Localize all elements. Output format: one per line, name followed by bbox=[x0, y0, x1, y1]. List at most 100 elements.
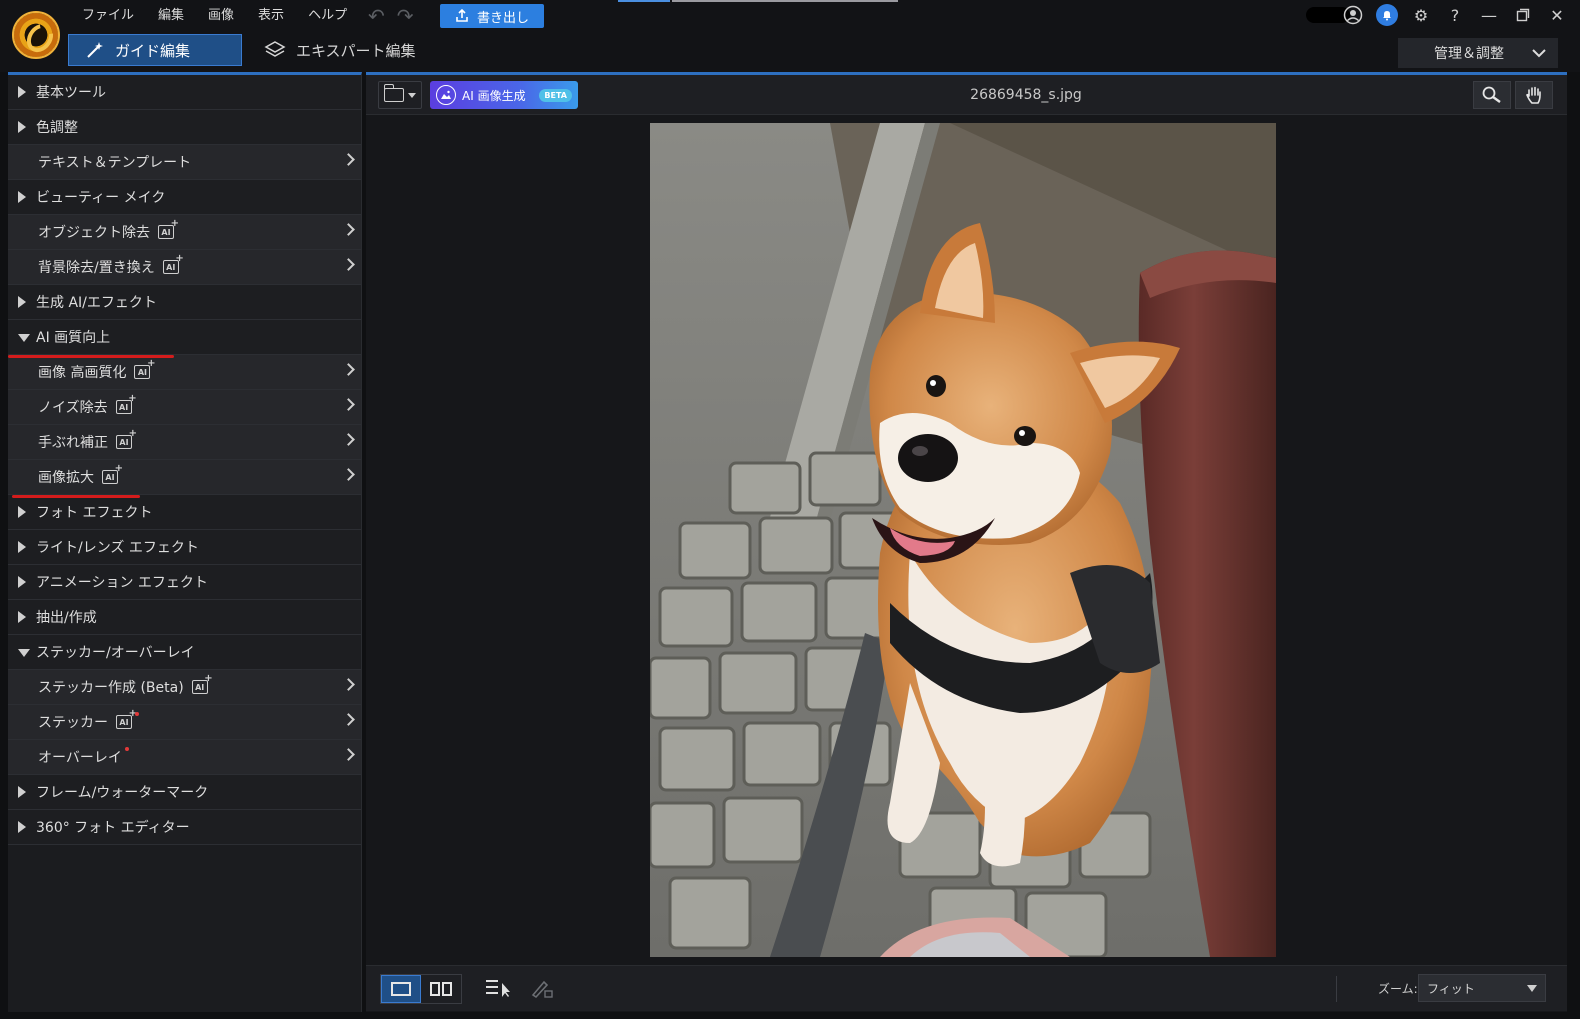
guide-edit-button[interactable]: ガイド編集 bbox=[68, 34, 242, 66]
panel-item-label: 基本ツール bbox=[36, 85, 106, 101]
compare-view-button[interactable] bbox=[421, 975, 461, 1003]
panel-subitem-8[interactable]: 画像 高画質化 AI bbox=[8, 355, 361, 390]
hand-icon bbox=[1526, 86, 1541, 104]
panel-section-21[interactable]: 360° フォト エディター bbox=[8, 810, 361, 845]
maximize-icon[interactable] bbox=[1512, 4, 1534, 26]
menu-file[interactable]: ファイル bbox=[70, 0, 146, 32]
panel-item-label: 抽出/作成 bbox=[36, 610, 97, 626]
zoom-select[interactable]: フィット bbox=[1418, 974, 1546, 1002]
panel-subitem-18[interactable]: ステッカー AI bbox=[8, 705, 361, 740]
bell-icon[interactable] bbox=[1376, 4, 1398, 26]
annotation-underline-ai-quality bbox=[8, 355, 174, 358]
panel-subitem-10[interactable]: 手ぶれ補正 AI bbox=[8, 425, 361, 460]
triangle-right-icon bbox=[18, 786, 26, 798]
close-icon[interactable]: ✕ bbox=[1546, 4, 1568, 26]
panel-section-7[interactable]: AI 画質向上 bbox=[8, 320, 361, 355]
beta-badge: BETA bbox=[539, 88, 572, 102]
panel-section-1[interactable]: 色調整 bbox=[8, 110, 361, 145]
triangle-right-icon bbox=[18, 611, 26, 623]
panel-subitem-4[interactable]: オブジェクト除去 AI bbox=[8, 215, 361, 250]
panel-section-0[interactable]: 基本ツール bbox=[8, 75, 361, 110]
minimize-icon[interactable]: — bbox=[1478, 4, 1500, 26]
help-icon[interactable]: ? bbox=[1444, 4, 1466, 26]
window-controls: ⚙ ? — ✕ bbox=[1342, 4, 1568, 26]
triangle-right-icon bbox=[18, 506, 26, 518]
panel-section-3[interactable]: ビューティー メイク bbox=[8, 180, 361, 215]
panel-item-label: テキスト＆テンプレート bbox=[38, 155, 192, 171]
panel-item-label: ノイズ除去 bbox=[38, 400, 108, 416]
panel-section-12[interactable]: フォト エフェクト bbox=[8, 495, 361, 530]
panel-subitem-2[interactable]: テキスト＆テンプレート bbox=[8, 145, 361, 180]
compare-history-button[interactable] bbox=[484, 976, 512, 1000]
ai-badge-icon: AI bbox=[116, 708, 137, 729]
panel-item-label: ステッカー作成 (Beta) bbox=[38, 680, 184, 696]
canvas-area: AI 画像生成 BETA 26869458_s.jpg ズーム: フィット bbox=[366, 72, 1567, 1012]
panel-subitem-11[interactable]: 画像拡大 AI bbox=[8, 460, 361, 495]
panel-section-6[interactable]: 生成 AI/エフェクト bbox=[8, 285, 361, 320]
layers-icon bbox=[264, 41, 286, 57]
panel-item-label: 画像拡大 bbox=[38, 470, 94, 486]
ai-image-generate-label: AI 画像生成 bbox=[462, 88, 526, 103]
open-folder-button[interactable] bbox=[378, 81, 422, 109]
panel-subitem-17[interactable]: ステッカー作成 (Beta) AI bbox=[8, 670, 361, 705]
zoom-tool-button[interactable] bbox=[1473, 81, 1511, 109]
panel-subitem-19[interactable]: オーバーレイ bbox=[8, 740, 361, 775]
menu-image[interactable]: 画像 bbox=[196, 0, 246, 32]
gear-icon[interactable]: ⚙ bbox=[1410, 4, 1432, 26]
single-view-icon bbox=[391, 982, 411, 996]
panel-section-13[interactable]: ライト/レンズ エフェクト bbox=[8, 530, 361, 565]
panel-subitem-5[interactable]: 背景除去/置き換え AI bbox=[8, 250, 361, 285]
new-dot-icon bbox=[135, 712, 139, 716]
panel-item-label: 360° フォト エディター bbox=[36, 820, 190, 836]
chevron-right-icon bbox=[342, 468, 355, 481]
manage-adjust-dropdown[interactable]: 管理＆調整 bbox=[1398, 38, 1558, 68]
triangle-down-icon bbox=[18, 649, 30, 657]
menu-edit[interactable]: 編集 bbox=[146, 0, 196, 32]
triangle-right-icon bbox=[18, 576, 26, 588]
single-view-button[interactable] bbox=[381, 975, 421, 1003]
ai-badge-icon: AI bbox=[102, 463, 123, 484]
panel-section-15[interactable]: 抽出/作成 bbox=[8, 600, 361, 635]
top-accent-right bbox=[672, 0, 898, 2]
panel-section-14[interactable]: アニメーション エフェクト bbox=[8, 565, 361, 600]
export-button[interactable]: 書き出し bbox=[440, 4, 544, 28]
triangle-down-icon bbox=[18, 334, 30, 342]
menu-view[interactable]: 表示 bbox=[246, 0, 296, 32]
panel-section-16[interactable]: ステッカー/オーバーレイ bbox=[8, 635, 361, 670]
chevron-right-icon bbox=[342, 398, 355, 411]
triangle-right-icon bbox=[18, 121, 26, 133]
brush-disabled-icon bbox=[531, 980, 553, 999]
photo-shiba-dog bbox=[650, 123, 1276, 957]
list-cursor-icon bbox=[486, 980, 510, 997]
menu-help[interactable]: ヘルプ bbox=[296, 0, 359, 32]
retouch-brush-button bbox=[528, 976, 556, 1000]
panel-item-label: ビューティー メイク bbox=[36, 190, 166, 206]
ai-badge-icon: AI bbox=[158, 218, 179, 239]
undo-icon[interactable]: ↶ bbox=[368, 6, 385, 26]
panel-item-label: フォト エフェクト bbox=[36, 505, 153, 521]
view-mode-group bbox=[380, 974, 462, 1004]
manage-adjust-label: 管理＆調整 bbox=[1434, 46, 1504, 62]
ai-image-generate-button[interactable]: AI 画像生成 BETA bbox=[430, 81, 578, 109]
chevron-right-icon bbox=[342, 258, 355, 271]
export-icon bbox=[456, 9, 468, 22]
triangle-right-icon bbox=[18, 191, 26, 203]
redo-icon[interactable]: ↷ bbox=[397, 6, 414, 26]
search-icon bbox=[1482, 86, 1501, 103]
chevron-down-icon bbox=[1532, 49, 1546, 58]
panel-subitem-9[interactable]: ノイズ除去 AI bbox=[8, 390, 361, 425]
chevron-right-icon bbox=[342, 748, 355, 761]
menu-bar: ファイル 編集 画像 表示 ヘルプ bbox=[70, 0, 359, 32]
chevron-right-icon bbox=[342, 678, 355, 691]
triangle-right-icon bbox=[18, 821, 26, 833]
ai-badge-icon: AI bbox=[115, 393, 137, 414]
panel-item-label: オーバーレイ bbox=[38, 750, 122, 766]
panel-section-20[interactable]: フレーム/ウォーターマーク bbox=[8, 775, 361, 810]
user-icon[interactable] bbox=[1342, 4, 1364, 26]
pan-tool-button[interactable] bbox=[1515, 81, 1553, 109]
panel-item-label: オブジェクト除去 bbox=[38, 225, 150, 241]
folder-icon bbox=[383, 84, 404, 102]
chevron-right-icon bbox=[342, 363, 355, 376]
canvas-toolbar: AI 画像生成 BETA 26869458_s.jpg bbox=[366, 75, 1567, 115]
expert-edit-button[interactable]: エキスパート編集 bbox=[264, 34, 416, 66]
